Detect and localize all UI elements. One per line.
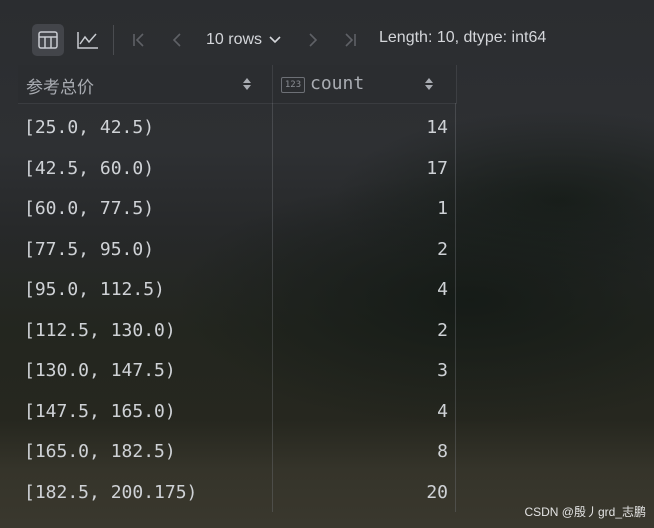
- toolbar: 10 rows Length: 10, dtype: int64: [0, 18, 654, 64]
- first-page-icon: [133, 33, 144, 47]
- chart-view-button[interactable]: [72, 24, 104, 56]
- row-index-cell: [147.5, 165.0): [24, 400, 176, 422]
- toolbar-divider: [113, 25, 114, 55]
- table-row[interactable]: [95.0, 112.5) 4: [18, 269, 456, 310]
- row-index-cell: [42.5, 60.0): [24, 157, 155, 179]
- prev-page-button[interactable]: [166, 28, 188, 52]
- first-page-button[interactable]: [128, 28, 150, 52]
- last-page-icon: [345, 33, 356, 47]
- table-row[interactable]: [112.5, 130.0) 2: [18, 310, 456, 351]
- table-row[interactable]: [182.5, 200.175) 20: [18, 472, 456, 513]
- next-page-button[interactable]: [302, 28, 324, 52]
- rows-dropdown[interactable]: 10 rows: [206, 29, 282, 51]
- count-header-label: count: [310, 73, 365, 94]
- sort-icon[interactable]: [424, 77, 434, 91]
- index-header-label: 参考总价: [26, 78, 94, 98]
- chevron-down-icon: [269, 36, 281, 44]
- row-index-cell: [60.0, 77.5): [24, 198, 155, 219]
- row-index-cell: [130.0, 147.5): [24, 360, 176, 381]
- row-count-cell: 2: [437, 319, 448, 341]
- row-count-cell: 2: [437, 238, 448, 260]
- row-count-cell: 4: [437, 400, 448, 422]
- table-row[interactable]: [77.5, 95.0) 2: [18, 229, 456, 270]
- row-count-cell: 17: [426, 157, 448, 179]
- index-column-header[interactable]: 参考总价: [18, 65, 273, 104]
- numeric-type-icon: 123: [281, 77, 305, 93]
- count-column-header[interactable]: 123 count: [273, 65, 457, 104]
- table-row[interactable]: [165.0, 182.5) 8: [18, 431, 456, 472]
- table-view-button[interactable]: [32, 24, 64, 56]
- table-row[interactable]: [60.0, 77.5) 1: [18, 188, 456, 229]
- chevron-left-icon: [172, 33, 181, 47]
- table-row[interactable]: [130.0, 147.5) 3: [18, 350, 456, 391]
- row-index-cell: [95.0, 112.5): [24, 279, 165, 300]
- watermark: CSDN @殷丿grd_志鹏: [524, 505, 646, 519]
- row-index-cell: [112.5, 130.0): [24, 319, 176, 341]
- row-count-cell: 8: [437, 441, 448, 462]
- table-row[interactable]: [42.5, 60.0) 17: [18, 148, 456, 189]
- row-index-cell: [77.5, 95.0): [24, 238, 155, 260]
- row-index-cell: [165.0, 182.5): [24, 441, 176, 462]
- length-dtype-info: Length: 10, dtype: int64: [379, 29, 547, 46]
- table-icon: [38, 31, 58, 49]
- row-index-cell: [25.0, 42.5): [24, 117, 155, 138]
- rows-count-label: 10 rows: [206, 31, 263, 48]
- row-count-cell: 1: [437, 198, 448, 219]
- row-count-cell: 14: [426, 117, 448, 138]
- chevron-right-icon: [309, 33, 318, 47]
- row-count-cell: 3: [437, 360, 448, 381]
- table-row[interactable]: [147.5, 165.0) 4: [18, 391, 456, 432]
- line-chart-icon: [77, 32, 98, 49]
- data-table: 参考总价 123 count [25.0, 42.5) 14 [42.5, 60.0…: [18, 65, 457, 513]
- row-count-cell: 20: [426, 481, 448, 503]
- row-count-cell: 4: [437, 279, 448, 300]
- row-index-cell: [182.5, 200.175): [24, 481, 198, 503]
- sort-icon[interactable]: [242, 77, 252, 91]
- last-page-button[interactable]: [339, 28, 361, 52]
- table-row[interactable]: [25.0, 42.5) 14: [18, 107, 456, 148]
